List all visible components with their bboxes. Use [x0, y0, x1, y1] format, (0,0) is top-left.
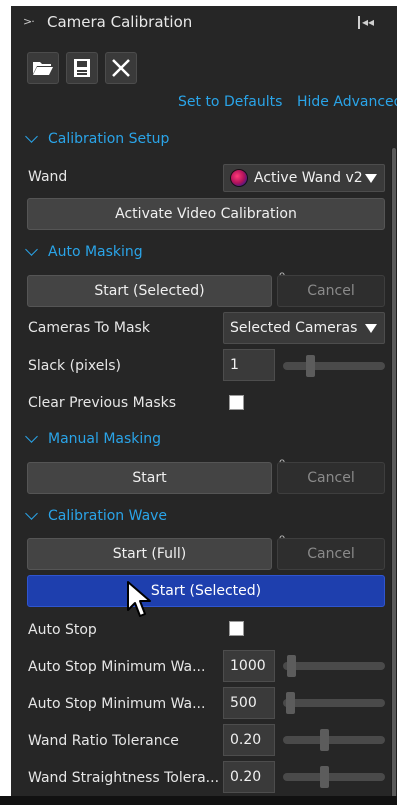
auto-stop-min-wa-2-slider-track[interactable]	[283, 699, 385, 707]
start-full-button[interactable]: Start (Full)	[27, 538, 272, 570]
auto-stop-checkbox[interactable]	[229, 621, 244, 636]
open-button[interactable]	[27, 52, 59, 84]
dropdown-arrow-icon	[365, 174, 377, 183]
mouse-cursor-icon	[127, 581, 151, 617]
chevron-down-icon	[25, 130, 38, 143]
save-button[interactable]	[66, 52, 98, 84]
auto-stop-min-wa-2-input[interactable]: 500	[223, 687, 275, 719]
set-to-defaults-link[interactable]: Set to Defaults	[178, 94, 282, 110]
activate-video-calibration-button[interactable]: Activate Video Calibration	[27, 198, 385, 230]
auto-stop-label: Auto Stop	[28, 622, 97, 638]
title-bar: >· Camera Calibration ◂◂	[11, 6, 397, 40]
clear-previous-masks-label: Clear Previous Masks	[28, 395, 177, 411]
collapse-panel-icon[interactable]: ◂◂	[355, 12, 377, 32]
wand-ratio-tolerance-input[interactable]: 0.20	[223, 724, 275, 756]
auto-stop-min-wa-1-label: Auto Stop Minimum Wa...	[28, 659, 206, 675]
panel-title: Camera Calibration	[47, 13, 193, 31]
manual-masking-start-button[interactable]: Start	[27, 462, 272, 494]
auto-masking-cancel-button[interactable]: Cancel	[277, 275, 385, 307]
chevron-down-icon	[25, 243, 38, 256]
save-icon	[74, 59, 90, 77]
panel-menu-icon[interactable]: >·	[23, 15, 35, 28]
folder-open-icon	[33, 62, 53, 75]
slack-label: Slack (pixels)	[28, 358, 121, 374]
section-title: Auto Masking	[48, 244, 143, 260]
camera-calibration-panel: >· Camera Calibration ◂◂ Set to Defaults…	[11, 6, 397, 805]
bottom-strip	[0, 796, 397, 805]
wand-ratio-tolerance-label: Wand Ratio Tolerance	[28, 733, 179, 749]
wand-icon	[230, 169, 248, 187]
calibration-wave-header[interactable]: Calibration Wave	[25, 507, 168, 524]
close-button[interactable]	[105, 52, 137, 84]
auto-stop-min-wa-2-label: Auto Stop Minimum Wa...	[28, 696, 206, 712]
wand-ratio-tolerance-slider-track[interactable]	[283, 736, 385, 744]
slack-slider-handle[interactable]	[306, 355, 315, 377]
chevron-down-icon	[25, 507, 38, 520]
wand-straightness-tolerance-slider-handle[interactable]	[320, 766, 329, 788]
wand-straightness-tolerance-label: Wand Straightness Tolera...	[28, 770, 220, 786]
wand-straightness-tolerance-input[interactable]: 0.20	[223, 761, 275, 793]
auto-stop-min-wa-1-slider-handle[interactable]	[287, 655, 296, 677]
calibration-wave-cancel-button[interactable]: Cancel	[277, 538, 385, 570]
hide-advanced-link[interactable]: Hide Advanced	[297, 94, 397, 110]
dropdown-arrow-icon	[365, 324, 377, 333]
section-title: Calibration Setup	[48, 131, 170, 147]
start-selected-button[interactable]: Start (Selected)	[27, 575, 385, 607]
auto-stop-min-wa-1-slider-track[interactable]	[283, 662, 385, 670]
chevron-down-icon	[25, 430, 38, 443]
section-title: Calibration Wave	[48, 508, 168, 524]
manual-masking-cancel-button[interactable]: Cancel	[277, 462, 385, 494]
cameras-to-mask-label: Cameras To Mask	[28, 320, 150, 336]
auto-masking-start-button[interactable]: Start (Selected)	[27, 275, 272, 307]
wand-dropdown[interactable]: Active Wand v2	[223, 164, 385, 192]
auto-stop-min-wa-2-slider-handle[interactable]	[286, 692, 295, 714]
cameras-to-mask-dropdown[interactable]: Selected Cameras	[223, 312, 385, 344]
calibration-setup-header[interactable]: Calibration Setup	[25, 130, 170, 147]
toolbar	[27, 52, 137, 84]
manual-masking-header[interactable]: Manual Masking	[25, 430, 162, 447]
wand-value: Active Wand v2	[254, 170, 363, 186]
wand-label: Wand	[28, 169, 68, 185]
section-title: Manual Masking	[48, 431, 162, 447]
clear-previous-masks-checkbox[interactable]	[229, 395, 244, 410]
close-icon	[112, 59, 130, 77]
auto-masking-header[interactable]: Auto Masking	[25, 243, 143, 260]
scrollbar-thumb[interactable]	[392, 148, 396, 805]
cameras-to-mask-value: Selected Cameras	[230, 320, 358, 336]
slack-input[interactable]: 1	[223, 349, 275, 381]
wand-ratio-tolerance-slider-handle[interactable]	[320, 729, 329, 751]
auto-stop-min-wa-1-input[interactable]: 1000	[223, 650, 275, 682]
slack-slider-track[interactable]	[283, 362, 385, 370]
wand-straightness-tolerance-slider-track[interactable]	[283, 773, 385, 781]
